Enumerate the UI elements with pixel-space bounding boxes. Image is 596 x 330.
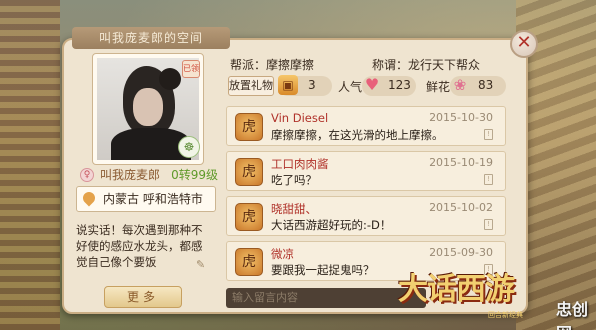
report-icon[interactable]: ! bbox=[484, 219, 493, 230]
female-icon: ♀ bbox=[80, 168, 94, 182]
panel-title: 叫我庞麦郎的空间 bbox=[72, 27, 230, 49]
stats-row: 放置礼物 ▣ 3 人气 ♥ 123 鲜花 ❀ 83 bbox=[228, 74, 508, 98]
more-button[interactable]: 更多 bbox=[104, 286, 182, 308]
message-date: 2015-10-30 bbox=[429, 111, 493, 124]
message-text: 大话西游超好玩的:-D！ bbox=[271, 218, 392, 232]
message-text: 要跟我一起捉鬼吗？ bbox=[271, 263, 375, 277]
tiger-avatar-icon[interactable]: 虎 bbox=[235, 203, 263, 231]
profile-name: 叫我庞麦郎 bbox=[100, 168, 161, 182]
message-date: 2015-10-02 bbox=[429, 201, 493, 214]
tiger-avatar-icon[interactable]: 虎 bbox=[235, 158, 263, 186]
message-author[interactable]: 工口肉肉酱 bbox=[271, 156, 329, 172]
flower-label: 鲜花 bbox=[426, 80, 451, 94]
message-list: 虎 Vin Diesel 摩擦摩擦，在这光滑的地上摩擦。 2015-10-30 … bbox=[226, 104, 512, 284]
message-input[interactable]: 输入留言内容 bbox=[226, 288, 426, 308]
faction-label: 帮派：摩擦摩擦 bbox=[230, 58, 315, 72]
place-gift-button[interactable]: 放置礼物 bbox=[228, 76, 274, 96]
profile-name-row: ♀ 叫我庞麦郎 0转99级 bbox=[80, 166, 218, 184]
message-author[interactable]: 微凉 bbox=[271, 246, 294, 262]
tiger-avatar-icon[interactable]: 虎 bbox=[235, 248, 263, 276]
profile-level: 0转99级 bbox=[171, 168, 218, 182]
message-date: 2015-09-30 bbox=[429, 246, 493, 259]
profile-bio[interactable]: 说实话！每次遇到那种不好使的感应水龙头，都感觉自己像个要饭 bbox=[76, 222, 212, 276]
message-date: 2015-10-19 bbox=[429, 156, 493, 169]
claimed-gift-badge[interactable]: 已领 bbox=[182, 60, 200, 78]
message-text: 吃了吗？ bbox=[271, 173, 317, 187]
popularity-label: 人气 bbox=[338, 80, 363, 94]
list-item[interactable]: 虎 工口肉肉酱 吃了吗？ 2015-10-19 ! bbox=[226, 151, 506, 191]
flower-count: 83 bbox=[478, 78, 494, 92]
tiger-avatar-icon[interactable]: 虎 bbox=[235, 113, 263, 141]
close-icon: ✕ bbox=[516, 32, 532, 53]
game-logo-subtitle: 回合新经典 bbox=[488, 311, 523, 319]
heart-icon[interactable]: ♥ bbox=[362, 75, 382, 95]
edit-icon[interactable]: ✎ bbox=[196, 258, 208, 271]
title-label: 称谓：龙行天下帮众 bbox=[372, 58, 481, 72]
gift-count: 3 bbox=[308, 78, 316, 92]
popularity-count: 123 bbox=[388, 78, 411, 92]
message-author[interactable]: Vin Diesel bbox=[271, 111, 328, 125]
message-author[interactable]: 晓甜甜、 bbox=[271, 201, 317, 217]
location-pin-icon bbox=[80, 189, 98, 207]
message-text: 摩擦摩擦，在这光滑的地上摩擦。 bbox=[271, 128, 444, 142]
location-text: 内蒙古 呼和浩特市 bbox=[103, 192, 203, 206]
lotus-icon[interactable]: ❀ bbox=[450, 75, 470, 95]
close-button[interactable]: ✕ bbox=[510, 30, 538, 58]
location-field[interactable]: 内蒙古 呼和浩特市 bbox=[76, 186, 216, 212]
report-icon[interactable]: ! bbox=[484, 174, 493, 185]
report-icon[interactable]: ! bbox=[484, 129, 493, 140]
list-item[interactable]: 虎 晓甜甜、 大话西游超好玩的:-D！ 2015-10-02 ! bbox=[226, 196, 506, 236]
gift-box-icon: ▣ bbox=[278, 75, 298, 95]
watermark: 忠创网 bbox=[556, 300, 589, 330]
character-badge-icon[interactable]: ☸ bbox=[178, 136, 200, 158]
list-item[interactable]: 虎 Vin Diesel 摩擦摩擦，在这光滑的地上摩擦。 2015-10-30 … bbox=[226, 106, 506, 146]
